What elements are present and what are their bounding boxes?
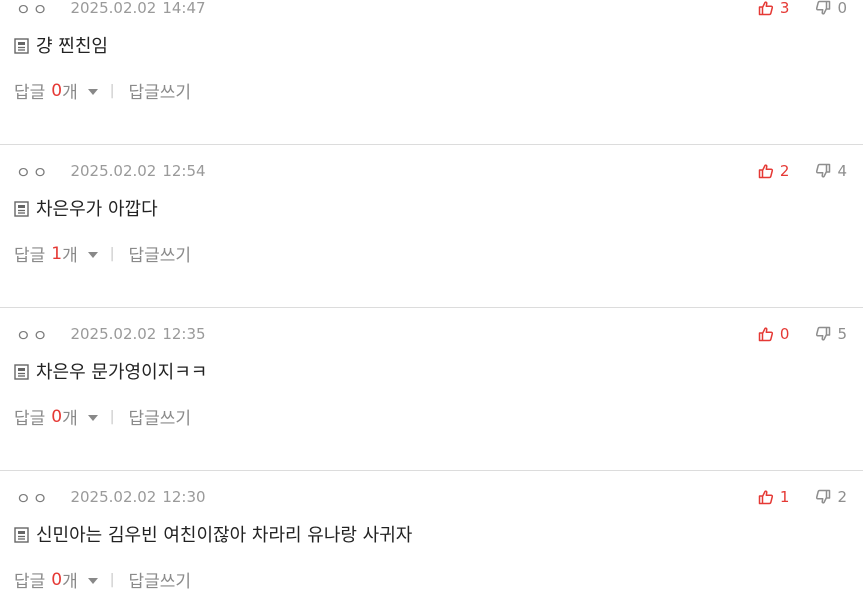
action-separator: | <box>109 82 115 99</box>
caret-down-icon <box>87 414 98 421</box>
comment-item: ㅇㅇ 2025.02.02 14:47 3 0 걍 찐친임 답글 0 개 | 답… <box>0 0 863 145</box>
downvote-count: 2 <box>837 488 847 506</box>
reply-unit: 개 <box>62 572 78 592</box>
comment-actions: 답글 0 개 | 답글쓰기 <box>14 404 191 430</box>
caret-down-icon <box>87 88 98 95</box>
comment-item: ㅇㅇ 2025.02.02 12:54 2 4 차은우가 아깝다 답글 1 개 … <box>0 145 863 308</box>
comment-content: 차은우가 아깝다 <box>14 195 158 221</box>
comment-votes: 2 4 <box>758 161 847 181</box>
comment-text: 차은우가 아깝다 <box>36 199 158 220</box>
reply-toggle[interactable]: 답글 1 개 <box>14 241 98 266</box>
comment-time: 12:30 <box>162 488 206 506</box>
reply-label: 답글 <box>14 83 46 103</box>
upvote-count: 3 <box>779 0 790 17</box>
comment-text: 걍 찐친임 <box>36 36 108 57</box>
thumbs-down-icon <box>816 163 831 178</box>
write-reply-button[interactable]: 답글쓰기 <box>128 404 191 429</box>
comment-text: 차은우 문가영이지ㅋㅋ <box>36 362 208 383</box>
reply-label: 답글 <box>14 572 46 592</box>
upvote-button[interactable]: 3 <box>758 0 790 17</box>
comment-time: 12:54 <box>162 162 206 180</box>
upvote-count: 1 <box>779 488 790 506</box>
comment-list: ㅇㅇ 2025.02.02 14:47 3 0 걍 찐친임 답글 0 개 | 답… <box>0 0 863 611</box>
comment-content: 걍 찐친임 <box>14 32 108 58</box>
downvote-button[interactable]: 4 <box>815 162 847 180</box>
comment-meta: ㅇㅇ 2025.02.02 12:54 <box>16 159 206 183</box>
comment-author[interactable]: ㅇㅇ <box>16 485 49 509</box>
thumbs-down-icon <box>816 0 831 15</box>
upvote-button[interactable]: 2 <box>758 162 790 180</box>
downvote-button[interactable]: 0 <box>815 0 847 17</box>
comment-date: 2025.02.02 <box>70 325 157 343</box>
comment-actions: 답글 1 개 | 답글쓰기 <box>14 241 191 267</box>
upvote-count: 2 <box>779 162 790 180</box>
document-icon <box>14 526 30 543</box>
reply-unit: 개 <box>62 409 78 429</box>
reply-toggle[interactable]: 답글 0 개 <box>14 78 98 103</box>
reply-label: 답글 <box>14 409 46 429</box>
reply-count: 0 <box>51 569 63 590</box>
thumbs-up-icon <box>758 164 773 179</box>
comment-content: 차은우 문가영이지ㅋㅋ <box>14 358 207 384</box>
comment-item: ㅇㅇ 2025.02.02 12:30 1 2 신민아는 김우빈 여친이잖아 차… <box>0 471 863 611</box>
thumbs-down-icon <box>816 326 831 341</box>
downvote-count: 4 <box>837 162 847 180</box>
reply-count: 1 <box>51 243 63 264</box>
reply-label: 답글 <box>14 246 46 266</box>
document-icon <box>14 200 30 217</box>
comment-meta: ㅇㅇ 2025.02.02 12:30 <box>16 485 206 509</box>
upvote-button[interactable]: 0 <box>758 325 790 343</box>
document-icon <box>14 37 30 54</box>
thumbs-down-icon <box>816 489 831 504</box>
reply-unit: 개 <box>62 83 78 103</box>
comment-author[interactable]: ㅇㅇ <box>16 0 49 20</box>
reply-count: 0 <box>51 406 63 427</box>
comment-time: 14:47 <box>162 0 206 17</box>
comment-date: 2025.02.02 <box>70 162 157 180</box>
comment-meta: ㅇㅇ 2025.02.02 12:35 <box>16 322 206 346</box>
comment-author[interactable]: ㅇㅇ <box>16 159 49 183</box>
downvote-button[interactable]: 2 <box>815 488 847 506</box>
downvote-count: 0 <box>837 0 847 17</box>
write-reply-button[interactable]: 답글쓰기 <box>128 567 191 592</box>
downvote-button[interactable]: 5 <box>815 325 847 343</box>
action-separator: | <box>109 245 115 262</box>
action-separator: | <box>109 408 115 425</box>
caret-down-icon <box>87 577 98 584</box>
comment-time: 12:35 <box>162 325 206 343</box>
comment-item: ㅇㅇ 2025.02.02 12:35 0 5 차은우 문가영이지ㅋㅋ 답글 0 <box>0 308 863 471</box>
thumbs-up-icon <box>758 327 773 342</box>
write-reply-button[interactable]: 답글쓰기 <box>128 78 191 103</box>
upvote-count: 0 <box>779 325 790 343</box>
comment-content: 신민아는 김우빈 여친이잖아 차라리 유나랑 사귀자 <box>14 521 412 547</box>
action-separator: | <box>109 571 115 588</box>
reply-toggle[interactable]: 답글 0 개 <box>14 567 98 592</box>
reply-toggle[interactable]: 답글 0 개 <box>14 404 98 429</box>
write-reply-button[interactable]: 답글쓰기 <box>128 241 191 266</box>
thumbs-up-icon <box>758 1 773 16</box>
comment-date: 2025.02.02 <box>70 488 157 506</box>
comment-votes: 0 5 <box>758 324 847 344</box>
caret-down-icon <box>87 251 98 258</box>
comment-author[interactable]: ㅇㅇ <box>16 322 49 346</box>
comment-actions: 답글 0 개 | 답글쓰기 <box>14 78 191 104</box>
comment-date: 2025.02.02 <box>70 0 157 17</box>
comment-votes: 1 2 <box>758 487 847 507</box>
reply-unit: 개 <box>62 246 78 266</box>
reply-count: 0 <box>51 80 63 101</box>
comment-actions: 답글 0 개 | 답글쓰기 <box>14 567 191 593</box>
upvote-button[interactable]: 1 <box>758 488 790 506</box>
comment-votes: 3 0 <box>758 0 847 18</box>
document-icon <box>14 363 30 380</box>
comment-meta: ㅇㅇ 2025.02.02 14:47 <box>16 0 206 20</box>
downvote-count: 5 <box>837 325 847 343</box>
comment-text: 신민아는 김우빈 여친이잖아 차라리 유나랑 사귀자 <box>36 525 413 546</box>
thumbs-up-icon <box>758 490 773 505</box>
